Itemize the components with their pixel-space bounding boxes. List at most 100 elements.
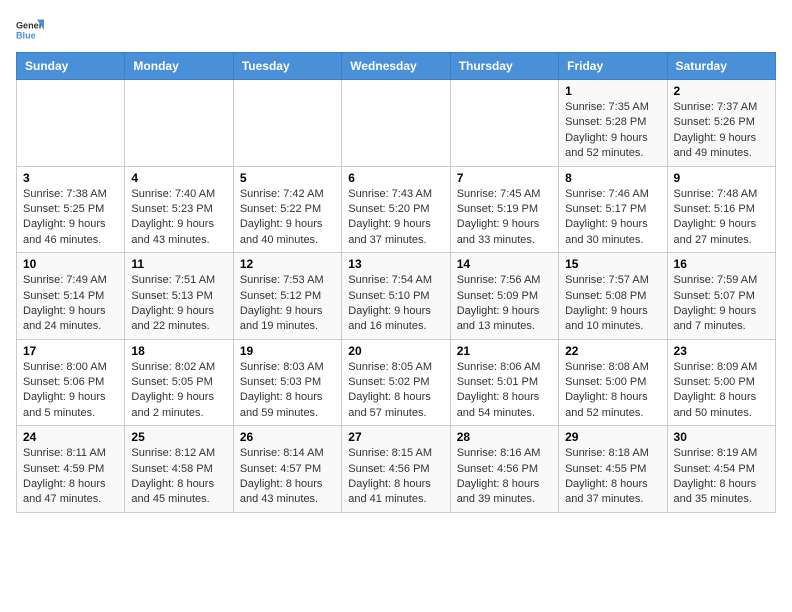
day-header-saturday: Saturday	[667, 53, 775, 80]
calendar-cell: 13 Sunrise: 7:54 AM Sunset: 5:10 PM Dayli…	[342, 253, 450, 340]
calendar-cell: 6 Sunrise: 7:43 AM Sunset: 5:20 PM Daylig…	[342, 166, 450, 253]
day-number: 16	[674, 257, 769, 271]
calendar-cell: 14 Sunrise: 7:56 AM Sunset: 5:09 PM Dayli…	[450, 253, 558, 340]
day-number: 2	[674, 84, 769, 98]
day-number: 11	[131, 257, 226, 271]
day-info: Sunrise: 8:11 AM Sunset: 4:59 PM Dayligh…	[23, 446, 118, 508]
day-number: 4	[131, 171, 226, 185]
day-info: Sunrise: 7:42 AM Sunset: 5:22 PM Dayligh…	[240, 187, 335, 249]
calendar-table: SundayMondayTuesdayWednesdayThursdayFrid…	[16, 52, 776, 513]
calendar-cell: 29 Sunrise: 8:18 AM Sunset: 4:55 PM Dayli…	[559, 426, 667, 513]
day-info: Sunrise: 7:35 AM Sunset: 5:28 PM Dayligh…	[565, 100, 660, 162]
day-info: Sunrise: 7:43 AM Sunset: 5:20 PM Dayligh…	[348, 187, 443, 249]
page-header: General Blue	[16, 16, 776, 44]
calendar-cell: 17 Sunrise: 8:00 AM Sunset: 5:06 PM Dayli…	[17, 339, 125, 426]
day-number: 7	[457, 171, 552, 185]
day-info: Sunrise: 8:12 AM Sunset: 4:58 PM Dayligh…	[131, 446, 226, 508]
calendar-cell: 7 Sunrise: 7:45 AM Sunset: 5:19 PM Daylig…	[450, 166, 558, 253]
day-info: Sunrise: 8:05 AM Sunset: 5:02 PM Dayligh…	[348, 360, 443, 422]
day-number: 30	[674, 430, 769, 444]
day-number: 9	[674, 171, 769, 185]
calendar-cell	[125, 80, 233, 167]
calendar-cell: 30Sunrise: 8:19 AM Sunset: 4:54 PM Dayli…	[667, 426, 775, 513]
day-number: 28	[457, 430, 552, 444]
day-info: Sunrise: 8:16 AM Sunset: 4:56 PM Dayligh…	[457, 446, 552, 508]
day-number: 10	[23, 257, 118, 271]
day-info: Sunrise: 7:57 AM Sunset: 5:08 PM Dayligh…	[565, 273, 660, 335]
day-info: Sunrise: 8:00 AM Sunset: 5:06 PM Dayligh…	[23, 360, 118, 422]
calendar-cell: 15 Sunrise: 7:57 AM Sunset: 5:08 PM Dayli…	[559, 253, 667, 340]
calendar-cell: 3 Sunrise: 7:38 AM Sunset: 5:25 PM Daylig…	[17, 166, 125, 253]
day-info: Sunrise: 8:18 AM Sunset: 4:55 PM Dayligh…	[565, 446, 660, 508]
day-info: Sunrise: 8:15 AM Sunset: 4:56 PM Dayligh…	[348, 446, 443, 508]
day-number: 8	[565, 171, 660, 185]
day-number: 21	[457, 344, 552, 358]
calendar-cell: 22Sunrise: 8:08 AM Sunset: 5:00 PM Dayli…	[559, 339, 667, 426]
calendar-cell	[17, 80, 125, 167]
day-number: 26	[240, 430, 335, 444]
day-info: Sunrise: 7:45 AM Sunset: 5:19 PM Dayligh…	[457, 187, 552, 249]
calendar-cell: 11 Sunrise: 7:51 AM Sunset: 5:13 PM Dayli…	[125, 253, 233, 340]
svg-text:Blue: Blue	[16, 30, 36, 40]
day-header-thursday: Thursday	[450, 53, 558, 80]
day-number: 13	[348, 257, 443, 271]
calendar-cell: 25 Sunrise: 8:12 AM Sunset: 4:58 PM Dayli…	[125, 426, 233, 513]
day-info: Sunrise: 7:46 AM Sunset: 5:17 PM Dayligh…	[565, 187, 660, 249]
calendar-header-row: SundayMondayTuesdayWednesdayThursdayFrid…	[17, 53, 776, 80]
day-number: 17	[23, 344, 118, 358]
calendar-body: 1Sunrise: 7:35 AM Sunset: 5:28 PM Daylig…	[17, 80, 776, 513]
calendar-cell: 18Sunrise: 8:02 AM Sunset: 5:05 PM Dayli…	[125, 339, 233, 426]
day-number: 25	[131, 430, 226, 444]
week-row-1: 1Sunrise: 7:35 AM Sunset: 5:28 PM Daylig…	[17, 80, 776, 167]
day-info: Sunrise: 7:59 AM Sunset: 5:07 PM Dayligh…	[674, 273, 769, 335]
calendar-cell: 19Sunrise: 8:03 AM Sunset: 5:03 PM Dayli…	[233, 339, 341, 426]
day-info: Sunrise: 7:38 AM Sunset: 5:25 PM Dayligh…	[23, 187, 118, 249]
calendar-cell: 1Sunrise: 7:35 AM Sunset: 5:28 PM Daylig…	[559, 80, 667, 167]
calendar-cell: 23Sunrise: 8:09 AM Sunset: 5:00 PM Dayli…	[667, 339, 775, 426]
day-header-sunday: Sunday	[17, 53, 125, 80]
day-number: 6	[348, 171, 443, 185]
calendar-cell: 27 Sunrise: 8:15 AM Sunset: 4:56 PM Dayli…	[342, 426, 450, 513]
week-row-4: 17 Sunrise: 8:00 AM Sunset: 5:06 PM Dayli…	[17, 339, 776, 426]
day-number: 29	[565, 430, 660, 444]
logo-icon: General Blue	[16, 16, 44, 44]
day-info: Sunrise: 7:53 AM Sunset: 5:12 PM Dayligh…	[240, 273, 335, 335]
day-info: Sunrise: 7:54 AM Sunset: 5:10 PM Dayligh…	[348, 273, 443, 335]
calendar-cell: 8 Sunrise: 7:46 AM Sunset: 5:17 PM Daylig…	[559, 166, 667, 253]
day-header-tuesday: Tuesday	[233, 53, 341, 80]
day-header-monday: Monday	[125, 53, 233, 80]
day-info: Sunrise: 8:14 AM Sunset: 4:57 PM Dayligh…	[240, 446, 335, 508]
calendar-cell: 9 Sunrise: 7:48 AM Sunset: 5:16 PM Daylig…	[667, 166, 775, 253]
calendar-cell: 28 Sunrise: 8:16 AM Sunset: 4:56 PM Dayli…	[450, 426, 558, 513]
day-number: 12	[240, 257, 335, 271]
calendar-cell: 5 Sunrise: 7:42 AM Sunset: 5:22 PM Daylig…	[233, 166, 341, 253]
day-info: Sunrise: 7:48 AM Sunset: 5:16 PM Dayligh…	[674, 187, 769, 249]
day-number: 27	[348, 430, 443, 444]
week-row-3: 10Sunrise: 7:49 AM Sunset: 5:14 PM Dayli…	[17, 253, 776, 340]
day-number: 23	[674, 344, 769, 358]
day-info: Sunrise: 7:56 AM Sunset: 5:09 PM Dayligh…	[457, 273, 552, 335]
calendar-cell	[342, 80, 450, 167]
day-number: 14	[457, 257, 552, 271]
day-number: 5	[240, 171, 335, 185]
day-header-wednesday: Wednesday	[342, 53, 450, 80]
day-number: 22	[565, 344, 660, 358]
calendar-cell: 12 Sunrise: 7:53 AM Sunset: 5:12 PM Dayli…	[233, 253, 341, 340]
calendar-cell: 2Sunrise: 7:37 AM Sunset: 5:26 PM Daylig…	[667, 80, 775, 167]
calendar-cell: 16 Sunrise: 7:59 AM Sunset: 5:07 PM Dayli…	[667, 253, 775, 340]
day-number: 3	[23, 171, 118, 185]
calendar-cell: 10Sunrise: 7:49 AM Sunset: 5:14 PM Dayli…	[17, 253, 125, 340]
calendar-cell	[450, 80, 558, 167]
calendar-cell: 26 Sunrise: 8:14 AM Sunset: 4:57 PM Dayli…	[233, 426, 341, 513]
logo: General Blue	[16, 16, 44, 44]
week-row-2: 3 Sunrise: 7:38 AM Sunset: 5:25 PM Daylig…	[17, 166, 776, 253]
day-header-friday: Friday	[559, 53, 667, 80]
week-row-5: 24Sunrise: 8:11 AM Sunset: 4:59 PM Dayli…	[17, 426, 776, 513]
day-info: Sunrise: 7:51 AM Sunset: 5:13 PM Dayligh…	[131, 273, 226, 335]
day-info: Sunrise: 8:06 AM Sunset: 5:01 PM Dayligh…	[457, 360, 552, 422]
calendar-cell: 21 Sunrise: 8:06 AM Sunset: 5:01 PM Dayli…	[450, 339, 558, 426]
day-number: 18	[131, 344, 226, 358]
day-info: Sunrise: 8:03 AM Sunset: 5:03 PM Dayligh…	[240, 360, 335, 422]
day-number: 15	[565, 257, 660, 271]
day-number: 20	[348, 344, 443, 358]
